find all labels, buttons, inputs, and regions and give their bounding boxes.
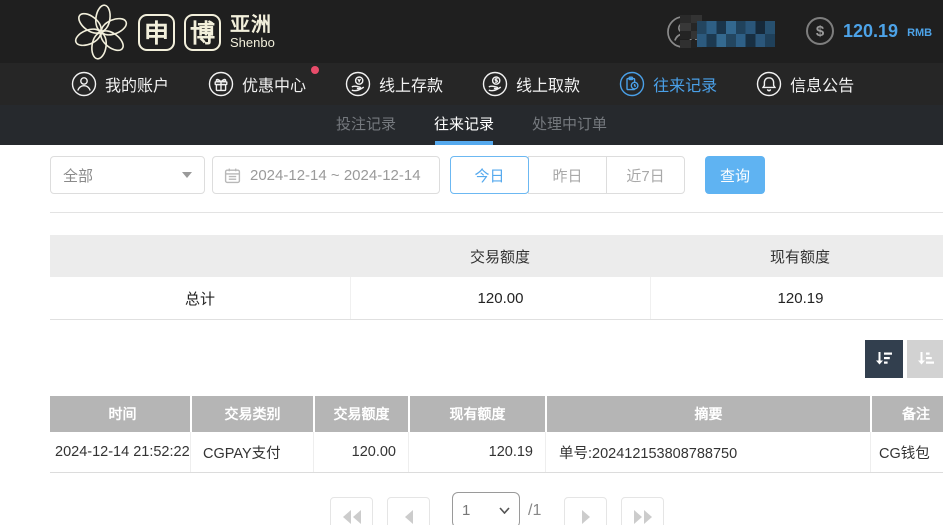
nav-item-promotions[interactable]: 优惠中心 [208, 71, 306, 97]
withdraw-icon [482, 71, 508, 97]
bell-icon [756, 71, 782, 97]
site-logo[interactable]: 申 博 亚洲 Shenbo [73, 3, 275, 61]
user-avatar[interactable] [666, 15, 700, 49]
double-right-arrow-icon [632, 510, 654, 524]
dollar-icon: $ [806, 17, 834, 45]
nav-item-transaction-records[interactable]: 往来记录 [619, 71, 717, 97]
cell-time: 2024-12-14 21:52:22 [50, 432, 190, 472]
nav-label: 优惠中心 [242, 72, 306, 96]
header-note: 备注 [870, 396, 943, 432]
quick-btn-last7days[interactable]: 近7日 [606, 156, 685, 194]
date-range-value: 2024-12-14 ~ 2024-12-14 [250, 167, 421, 184]
nav-label: 线上存款 [379, 72, 443, 96]
summary-total-row: 总计 120.00 120.19 [50, 277, 943, 320]
sort-ascending-button[interactable] [907, 340, 943, 378]
prev-page-button[interactable] [387, 497, 430, 525]
filter-row: 全部 2024-12-14 ~ 2024-12-14 今日 昨日 近7日 查询 [50, 156, 765, 194]
cell-type: CGPAY支付 [190, 432, 313, 472]
nav-label: 信息公告 [790, 72, 854, 96]
records-header-row: 时间 交易类别 交易额度 现有额度 摘要 备注 [50, 396, 943, 432]
tab-betting-records[interactable]: 投注记录 [334, 105, 398, 145]
username-redaction-block [697, 21, 775, 47]
logo-subtitle: Shenbo [230, 36, 275, 50]
first-page-button[interactable] [330, 497, 373, 525]
balance-currency: RMB [907, 23, 932, 39]
calendar-icon [224, 167, 241, 184]
balance-display[interactable]: $ 120.19 RMB [806, 17, 932, 45]
page-total-label: /1 [528, 502, 541, 520]
summary-header-balance: 现有额度 [650, 235, 943, 277]
nav-item-announcements[interactable]: 信息公告 [756, 71, 854, 97]
right-arrow-icon [580, 510, 592, 524]
sort-buttons [865, 340, 943, 378]
logo-char-2: 博 [190, 14, 215, 50]
tab-transaction-records[interactable]: 往来记录 [432, 105, 496, 145]
nav-label: 我的账户 [105, 72, 169, 96]
quick-btn-today[interactable]: 今日 [450, 156, 529, 194]
header-summary: 摘要 [545, 396, 870, 432]
summary-header-empty [50, 235, 350, 277]
quick-date-group: 今日 昨日 近7日 [450, 156, 685, 194]
flower-logo-icon [73, 4, 129, 60]
logo-text: 亚洲 Shenbo [230, 15, 275, 50]
record-row: 2024-12-14 21:52:22 CGPAY支付 120.00 120.1… [50, 432, 943, 473]
left-arrow-icon [403, 510, 415, 524]
chevron-down-icon [499, 507, 510, 514]
summary-header-transaction: 交易额度 [350, 235, 650, 277]
summary-transaction-total: 120.00 [350, 277, 650, 319]
summary-table: 交易额度 现有额度 总计 120.00 120.19 [50, 235, 943, 320]
gift-icon [208, 71, 234, 97]
cell-note: CG钱包 [870, 432, 943, 472]
nav-item-withdraw[interactable]: 线上取款 [482, 71, 580, 97]
double-left-arrow-icon [341, 510, 363, 524]
header-amount: 交易额度 [313, 396, 408, 432]
user-icon [71, 71, 97, 97]
header-balance: 现有额度 [408, 396, 545, 432]
page-select[interactable]: 1 [452, 492, 520, 525]
records-icon [619, 71, 645, 97]
logo-region: 亚洲 [230, 15, 275, 36]
nav-item-deposit[interactable]: 线上存款 [345, 71, 443, 97]
logo-char-box: 博 [184, 14, 221, 51]
sort-descending-icon [873, 348, 895, 370]
cell-amount: 120.00 [313, 432, 408, 472]
section-divider [50, 212, 943, 213]
cell-balance: 120.19 [408, 432, 545, 472]
topbar: 申 博 亚洲 Shenbo $ 120.19 RMB [0, 0, 943, 63]
logo-char-1: 申 [144, 14, 169, 50]
nav-label: 线上取款 [516, 72, 580, 96]
sort-ascending-icon [915, 348, 937, 370]
last-page-button[interactable] [621, 497, 664, 525]
tab-processing-orders[interactable]: 处理中订单 [530, 105, 609, 145]
nav-item-my-account[interactable]: 我的账户 [71, 71, 169, 97]
summary-total-label: 总计 [50, 277, 350, 319]
chevron-down-icon [182, 172, 192, 178]
pagination: 1 /1 [330, 492, 664, 525]
cell-summary: 单号:202412153808788750 [545, 432, 870, 472]
header-time: 时间 [50, 396, 190, 432]
summary-balance-total: 120.19 [650, 277, 943, 319]
header-type: 交易类别 [190, 396, 313, 432]
date-range-input[interactable]: 2024-12-14 ~ 2024-12-14 [212, 156, 440, 194]
deposit-icon [345, 71, 371, 97]
balance-amount: 120.19 [843, 21, 898, 42]
dollar-glyph: $ [816, 23, 824, 40]
new-badge-dot [311, 66, 319, 74]
summary-header-row: 交易额度 现有额度 [50, 235, 943, 277]
type-select-value: 全部 [63, 165, 93, 186]
page-select-value: 1 [462, 502, 470, 519]
main-nav: 我的账户 优惠中心 线上存款 线上取款 [0, 63, 943, 105]
next-page-button[interactable] [564, 497, 607, 525]
sub-nav: 投注记录 往来记录 处理中订单 [0, 105, 943, 145]
logo-char-box: 申 [138, 14, 175, 51]
query-button[interactable]: 查询 [705, 156, 765, 194]
sort-descending-button[interactable] [865, 340, 903, 378]
records-table: 时间 交易类别 交易额度 现有额度 摘要 备注 2024-12-14 21:52… [50, 396, 943, 473]
type-select[interactable]: 全部 [50, 156, 205, 194]
nav-label: 往来记录 [653, 72, 717, 96]
quick-btn-yesterday[interactable]: 昨日 [528, 156, 607, 194]
